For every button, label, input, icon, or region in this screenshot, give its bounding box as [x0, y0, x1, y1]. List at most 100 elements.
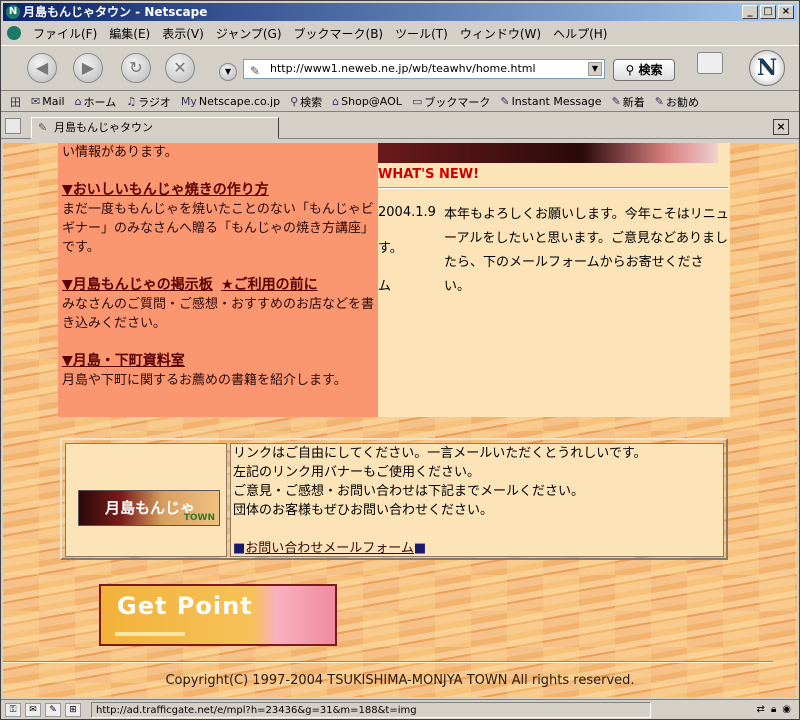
link-archive[interactable]: ▼月島・下町資料室 [62, 353, 185, 369]
bbs-text: みなさんのご質問・ご感想・おすすめのお店などを書き込みください。 [62, 297, 375, 331]
folder-icon: ▭ [411, 95, 423, 108]
security-icon[interactable]: ⚿ [5, 702, 21, 717]
address-book-icon[interactable]: ⊞ [65, 702, 81, 717]
netscape-logo[interactable]: N [749, 50, 785, 86]
url-field[interactable]: ✎ http://www1.neweb.ne.jp/wb/teawhv/home… [243, 59, 605, 79]
window-title: 月島もんじゃタウン - Netscape [23, 5, 208, 19]
menu-edit[interactable]: 編集(E) [103, 25, 156, 42]
back-button[interactable]: ◀ [27, 53, 57, 83]
search-icon: ⚲ [625, 63, 635, 77]
clipped-text-fragment: ム [378, 279, 392, 294]
archive-text: 月島や下町に関するお薦めの書籍を紹介します。 [62, 373, 347, 388]
composer-icon[interactable]: ✎ [45, 702, 61, 717]
netscape-menu-icon [7, 26, 21, 40]
how-to-make-text: まだ一度ももんじゃを焼いたことのない「もんじゃビギナー」のみなさんへ贈る「もんじ… [62, 202, 375, 255]
close-button[interactable]: × [778, 5, 794, 19]
menu-tools[interactable]: ツール(T) [389, 25, 454, 42]
intro-text: い情報があります。 [62, 145, 178, 160]
bookmark-icon: ✎ [654, 95, 664, 108]
personal-toolbar: 田 ✉ Mail ⌂ ホーム ♫ ラジオ My Netscape.co.jp ⚲ 検索 ⌂… [1, 92, 799, 112]
forward-arrow-icon: ▶ [81, 58, 95, 77]
link-text-cell: リンクはご自由にしてください。一言メールいただくとうれしいです。 左記のリンク用… [230, 443, 724, 557]
reload-icon: ↻ [129, 58, 143, 77]
link-banner[interactable]: 月島もんじゃ TOWN [78, 490, 220, 526]
toolbar-item-new[interactable]: ✎ 新着 [612, 94, 645, 110]
page-icon: ✎ [38, 121, 48, 134]
menu-bookmarks[interactable]: ブックマーク(B) [288, 25, 390, 42]
tab-bar: ✎ 月島もんじゃタウン × [1, 115, 799, 139]
copyright-text: Copyright(C) 1997-2004 TSUKISHIMA-MONJYA… [165, 673, 635, 688]
menu-window[interactable]: ウィンドウ(W) [454, 25, 547, 42]
whats-new-heading: WHAT'S NEW! [378, 167, 480, 182]
my-netscape-icon: My [180, 95, 197, 108]
search-button[interactable]: ⚲ 検索 [613, 59, 675, 81]
clipped-text-fragment: す。 [378, 241, 403, 256]
stop-icon: ✕ [173, 58, 187, 77]
square-bullet-icon: ■ [413, 541, 427, 556]
url-dropdown-button[interactable]: ▼ [588, 62, 602, 76]
search-icon: ⚲ [290, 95, 299, 108]
menu-file[interactable]: ファイル(F) [27, 25, 103, 42]
privacy-icon: ◉ [782, 704, 791, 715]
forward-button[interactable]: ▶ [73, 53, 103, 83]
mail-status-icon[interactable]: ✉ [25, 702, 41, 717]
link-line: ご意見・ご感想・お問い合わせは下記までメールください。 [233, 484, 585, 499]
get-point-banner[interactable]: Get Point [99, 584, 337, 646]
toolbar-item-my-netscape[interactable]: My Netscape.co.jp [181, 95, 280, 108]
lock-icon: 🔒︎ [770, 704, 777, 715]
title-bar: N 月島もんじゃタウン - Netscape _ □ × [3, 3, 797, 21]
toolbar-item-recommend[interactable]: ✎ お勧め [655, 94, 699, 110]
stop-button[interactable]: ✕ [165, 53, 195, 83]
link-how-to-make[interactable]: ▼おいしいもんじゃ焼きの作り方 [62, 182, 269, 198]
link-info-table: 月島もんじゃ TOWN リンクはご自由にしてください。一言メールいただくとうれし… [60, 438, 728, 560]
toolbar-item-home[interactable]: ⌂ ホーム [75, 94, 117, 110]
minimize-button[interactable]: _ [742, 5, 758, 19]
toolbar-item-instant-message[interactable]: ✎ Instant Message [500, 95, 601, 108]
personal-toolbar-home-menu[interactable]: 田 [10, 94, 21, 110]
tab-list-icon[interactable] [5, 118, 21, 134]
im-icon: ✎ [500, 95, 510, 108]
menu-help[interactable]: ヘルプ(H) [547, 25, 613, 42]
radio-icon: ♫ [126, 95, 137, 108]
url-text: http://www1.neweb.ne.jp/wb/teawhv/home.h… [270, 62, 536, 75]
header-image [378, 143, 718, 163]
tab-current[interactable]: ✎ 月島もんじゃタウン [31, 117, 279, 139]
toolbar-item-mail[interactable]: ✉ Mail [31, 95, 65, 108]
link-line: 団体のお客様もぜひお問い合わせください。 [233, 503, 494, 518]
divider [378, 187, 728, 189]
maximize-button[interactable]: □ [760, 5, 776, 19]
page-viewport: い情報があります。 ▼おいしいもんじゃ焼きの作り方 まだ一度ももんじゃを焼いたこ… [3, 143, 797, 697]
banner-cell: 月島もんじゃ TOWN [65, 443, 227, 557]
print-button[interactable] [697, 52, 723, 74]
menu-go[interactable]: ジャンプ(G) [210, 25, 288, 42]
reload-button[interactable]: ↻ [121, 53, 151, 83]
shop-icon: ⌂ [332, 95, 340, 108]
menu-view[interactable]: 表示(V) [156, 25, 210, 42]
connection-icon: ⇄ [756, 704, 765, 715]
back-arrow-icon: ◀ [35, 58, 49, 77]
status-bar: ⚿ ✉ ✎ ⊞ http://ad.trafficgate.net/e/mpl?… [1, 699, 799, 719]
toolbar-item-bookmarks[interactable]: ▭ ブックマーク [412, 94, 490, 110]
history-dropdown-button[interactable]: ▼ [219, 63, 237, 81]
link-line: 左記のリンク用バナーもご使用ください。 [233, 465, 481, 480]
navigation-toolbar: ◀ ▶ ↻ ✕ ▼ ✎ http://www1.neweb.ne.jp/wb/t… [1, 45, 799, 91]
menu-bar: ファイル(F) 編集(E) 表示(V) ジャンプ(G) ブックマーク(B) ツー… [1, 23, 799, 43]
toolbar-item-radio[interactable]: ♫ ラジオ [126, 94, 171, 110]
page-icon: ✎ [250, 64, 261, 78]
footer-divider [3, 661, 773, 663]
link-bbs[interactable]: ▼月島もんじゃの掲示板 [62, 277, 213, 293]
mail-icon: ✉ [31, 95, 41, 108]
menu-icon: 田 [10, 95, 21, 109]
decoration-bar [115, 632, 185, 636]
news-text: 本年もよろしくお願いします。今年こそはリニューアルをしたいと思います。ご意見など… [444, 207, 729, 294]
left-content-panel: い情報があります。 ▼おいしいもんじゃ焼きの作り方 まだ一度ももんじゃを焼いたこ… [58, 143, 378, 417]
square-bullet-icon: ■ [233, 541, 246, 556]
news-date: 2004.1.9 [378, 205, 436, 220]
status-text: http://ad.trafficgate.net/e/mpl?h=23436&… [91, 701, 651, 718]
toolbar-item-search[interactable]: ⚲ 検索 [290, 94, 322, 110]
bookmark-icon: ✎ [611, 95, 621, 108]
close-tab-button[interactable]: × [773, 119, 789, 135]
link-before-use[interactable]: ★ご利用の前に [221, 277, 318, 293]
mail-form-link[interactable]: お問い合わせメールフォーム [245, 541, 414, 556]
toolbar-item-shop[interactable]: ⌂ Shop@AOL [332, 95, 402, 108]
